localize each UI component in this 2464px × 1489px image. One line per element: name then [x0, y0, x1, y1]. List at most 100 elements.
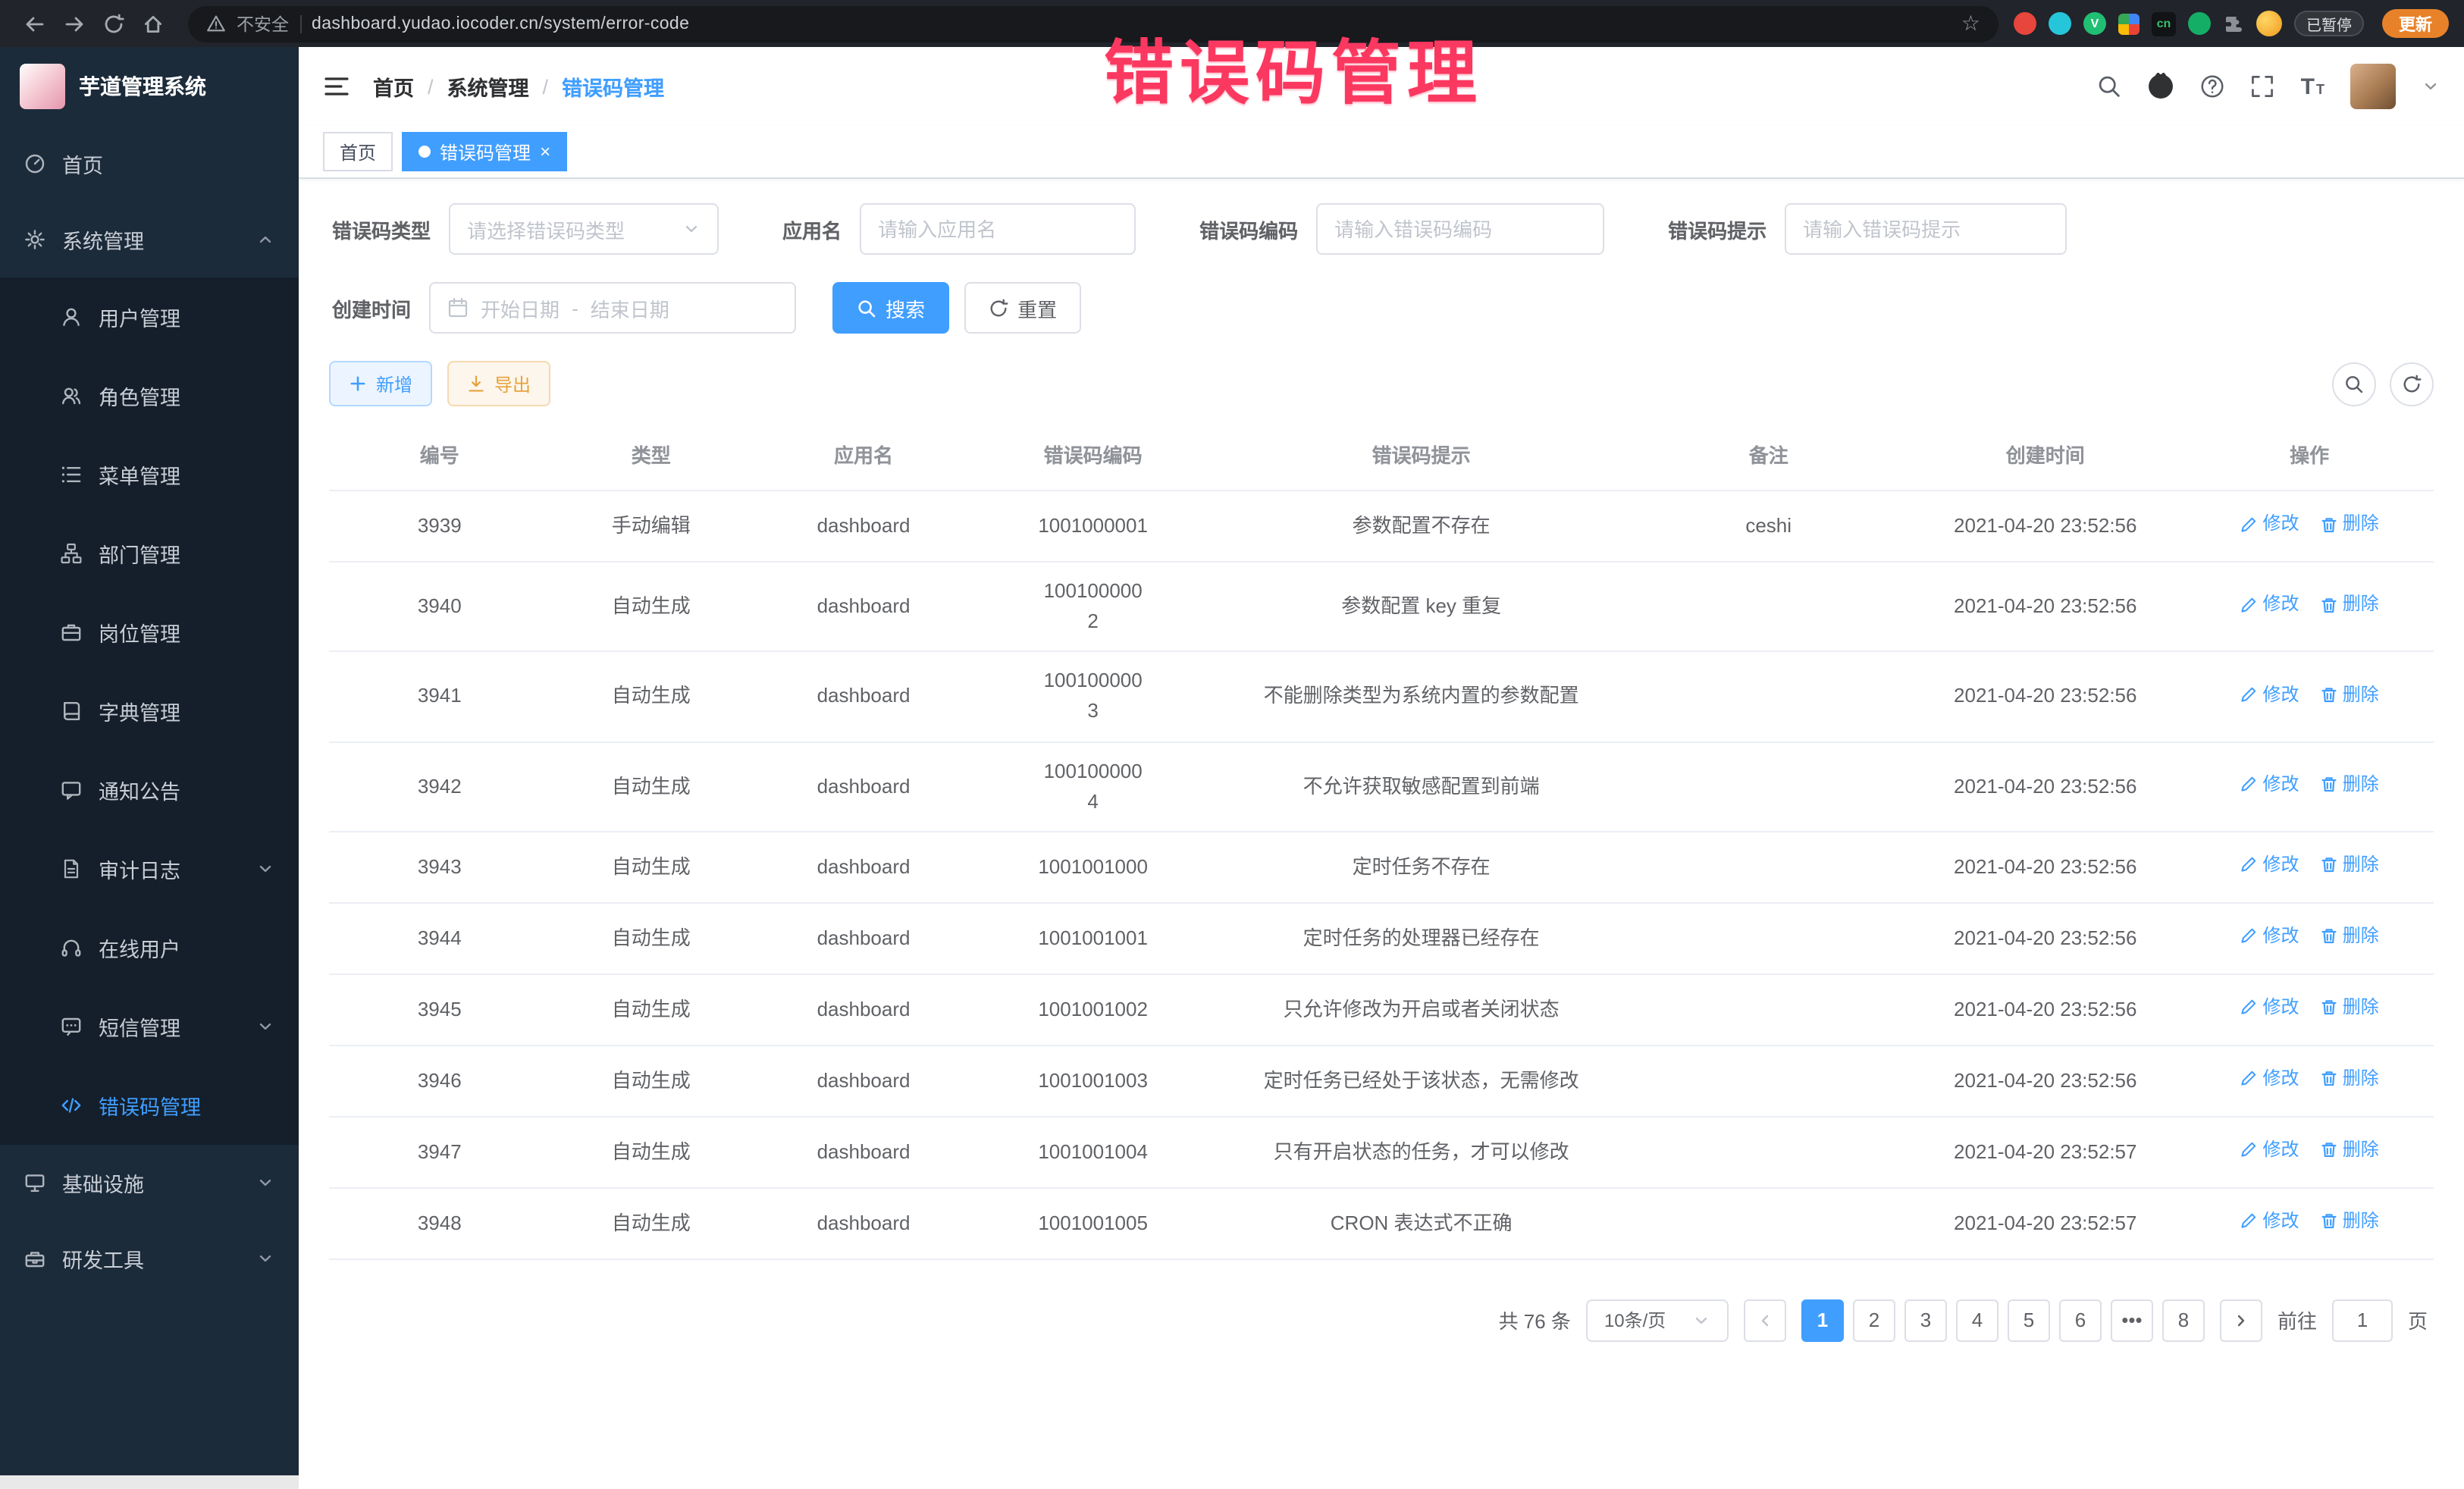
- edit-link[interactable]: 修改: [2240, 1136, 2299, 1164]
- sidebar-item-dictionary[interactable]: 字典管理: [0, 672, 299, 751]
- page-button[interactable]: 1: [1801, 1299, 1844, 1342]
- error-hint-input[interactable]: [1785, 203, 2067, 255]
- logo[interactable]: 芋道管理系统: [0, 47, 299, 126]
- cell-time: 2021-04-20 23:52:56: [1905, 497, 2185, 555]
- goto-page-input[interactable]: [2332, 1299, 2393, 1342]
- ext-drop-icon[interactable]: [2049, 12, 2071, 35]
- page-button[interactable]: 2: [1853, 1299, 1895, 1342]
- delete-link[interactable]: 删除: [2320, 680, 2379, 708]
- puzzle-icon[interactable]: [2223, 13, 2244, 34]
- chevron-down-icon[interactable]: [2422, 77, 2440, 96]
- delete-link[interactable]: 删除: [2320, 851, 2379, 879]
- page-button[interactable]: 3: [1904, 1299, 1947, 1342]
- edit-link[interactable]: 修改: [2240, 680, 2299, 708]
- security-label[interactable]: 不安全: [237, 11, 289, 36]
- page-button[interactable]: 8: [2162, 1299, 2205, 1342]
- sidebar-item-departments[interactable]: 部门管理: [0, 514, 299, 593]
- delete-link[interactable]: 删除: [2320, 510, 2379, 538]
- help-icon[interactable]: [2201, 74, 2225, 99]
- address-bar[interactable]: 不安全 dashboard.yudao.iocoder.cn/system/er…: [188, 5, 1998, 42]
- prev-page-button[interactable]: [1744, 1299, 1786, 1342]
- cell-remark: ceshi: [1632, 497, 1905, 555]
- chevron-down-icon: [256, 1249, 274, 1268]
- cell-time: 2021-04-20 23:52:56: [1905, 910, 2185, 967]
- export-button[interactable]: 导出: [447, 361, 550, 406]
- ext-green-icon[interactable]: [2188, 12, 2211, 35]
- sidebar-item-audit-log[interactable]: 审计日志: [0, 829, 299, 908]
- ext-record-icon[interactable]: [2014, 12, 2036, 35]
- cell-remark: [1632, 1210, 1905, 1237]
- cell-remark: [1632, 854, 1905, 881]
- edit-link[interactable]: 修改: [2240, 851, 2299, 879]
- page-button[interactable]: 5: [2008, 1299, 2050, 1342]
- home-button[interactable]: [133, 4, 173, 43]
- app-name-input[interactable]: [860, 203, 1136, 255]
- collapse-sidebar-button[interactable]: [323, 73, 350, 100]
- fullscreen-icon[interactable]: [2251, 74, 2275, 99]
- edit-link[interactable]: 修改: [2240, 770, 2299, 798]
- close-icon[interactable]: ×: [540, 143, 550, 161]
- search-button[interactable]: 搜索: [832, 282, 949, 334]
- sidebar-item-infrastructure[interactable]: 基础设施: [0, 1145, 299, 1221]
- tab-error-code[interactable]: 错误码管理 ×: [402, 132, 567, 171]
- reset-button[interactable]: 重置: [964, 282, 1081, 334]
- user-avatar[interactable]: [2350, 64, 2396, 109]
- search-icon[interactable]: [2098, 74, 2122, 99]
- bookmark-star-icon[interactable]: ☆: [1961, 11, 1980, 36]
- profile-avatar-icon[interactable]: [2256, 11, 2282, 36]
- error-code-input[interactable]: [1316, 203, 1604, 255]
- font-size-icon[interactable]: TT: [2301, 75, 2324, 98]
- ext-palette-icon[interactable]: [2118, 13, 2140, 34]
- refresh-table-button[interactable]: [2390, 362, 2434, 406]
- sidebar-item-roles[interactable]: 角色管理: [0, 356, 299, 435]
- sidebar-item-system[interactable]: 系统管理: [0, 202, 299, 277]
- sidebar-item-sms[interactable]: 短信管理: [0, 987, 299, 1066]
- breadcrumb-home[interactable]: 首页: [373, 71, 414, 102]
- delete-link[interactable]: 删除: [2320, 591, 2379, 619]
- delete-link[interactable]: 删除: [2320, 1064, 2379, 1092]
- page-button[interactable]: 6: [2059, 1299, 2102, 1342]
- edit-link[interactable]: 修改: [2240, 591, 2299, 619]
- edit-link[interactable]: 修改: [2240, 510, 2299, 538]
- sidebar-item-error-code[interactable]: 错误码管理: [0, 1066, 299, 1145]
- add-button[interactable]: 新增: [329, 361, 432, 406]
- sidebar-item-users[interactable]: 用户管理: [0, 277, 299, 356]
- edit-link[interactable]: 修改: [2240, 993, 2299, 1021]
- delete-link[interactable]: 删除: [2320, 1207, 2379, 1235]
- toggle-search-button[interactable]: [2332, 362, 2376, 406]
- page-button[interactable]: 4: [1956, 1299, 1998, 1342]
- tab-home[interactable]: 首页: [323, 132, 393, 171]
- github-icon[interactable]: [2148, 73, 2175, 100]
- forward-button[interactable]: [55, 4, 94, 43]
- edit-link[interactable]: 修改: [2240, 922, 2299, 950]
- browser-update-button[interactable]: 更新: [2382, 9, 2449, 38]
- sidebar-item-notice[interactable]: 通知公告: [0, 751, 299, 829]
- ext-v-icon[interactable]: V: [2083, 12, 2106, 35]
- sidebar-item-online-users[interactable]: 在线用户: [0, 908, 299, 987]
- back-button[interactable]: [15, 4, 55, 43]
- edit-link[interactable]: 修改: [2240, 1207, 2299, 1235]
- sidebar-item-label: 通知公告: [99, 775, 180, 805]
- page-size-select[interactable]: 10条/页: [1586, 1299, 1729, 1342]
- page-button[interactable]: •••: [2111, 1299, 2153, 1342]
- breadcrumb-separator: /: [543, 75, 549, 98]
- paused-badge[interactable]: 已暂停: [2294, 11, 2364, 36]
- ext-cn-icon[interactable]: cn: [2152, 11, 2176, 36]
- sidebar-item-posts[interactable]: 岗位管理: [0, 593, 299, 672]
- delete-link-label: 删除: [2343, 1136, 2379, 1164]
- date-range-picker[interactable]: 开始日期 - 结束日期: [429, 282, 796, 334]
- reload-button[interactable]: [94, 4, 133, 43]
- delete-link[interactable]: 删除: [2320, 770, 2379, 798]
- sidebar-item-home[interactable]: 首页: [0, 126, 299, 202]
- cell-remark: [1632, 593, 1905, 620]
- edit-link[interactable]: 修改: [2240, 1064, 2299, 1092]
- sidebar-item-devtools[interactable]: 研发工具: [0, 1221, 299, 1296]
- breadcrumb-system[interactable]: 系统管理: [447, 71, 529, 102]
- error-type-select[interactable]: 请选择错误码类型: [449, 203, 719, 255]
- delete-link[interactable]: 删除: [2320, 1136, 2379, 1164]
- next-page-button[interactable]: [2220, 1299, 2262, 1342]
- goto-label: 前往: [2277, 1306, 2317, 1335]
- delete-link[interactable]: 删除: [2320, 993, 2379, 1021]
- delete-link[interactable]: 删除: [2320, 922, 2379, 950]
- sidebar-item-menus[interactable]: 菜单管理: [0, 435, 299, 514]
